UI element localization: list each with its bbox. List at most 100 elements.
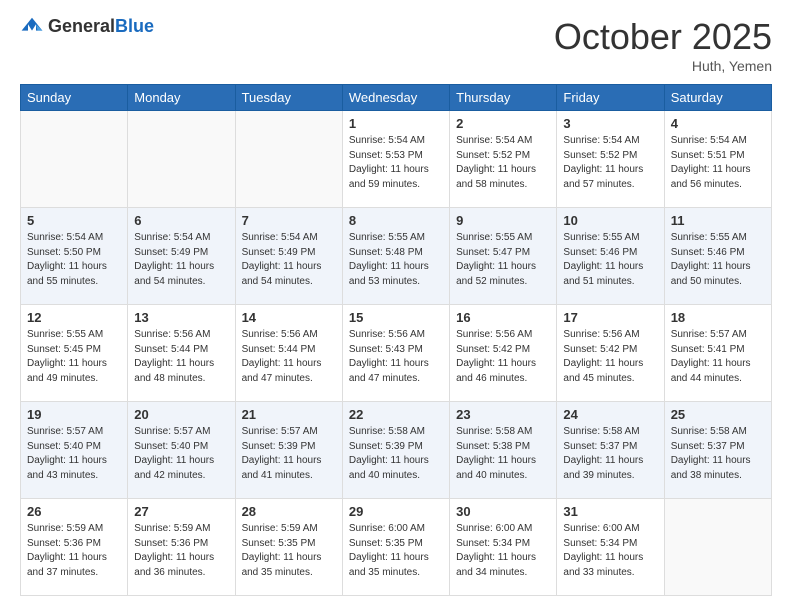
day-number: 23	[456, 407, 550, 422]
title-section: October 2025 Huth, Yemen	[554, 16, 772, 74]
calendar-cell: 22Sunrise: 5:58 AM Sunset: 5:39 PM Dayli…	[342, 402, 449, 499]
calendar-cell: 4 Sunrise: 5:54 AM Sunset: 5:51 PM Daylig…	[664, 111, 771, 208]
logo-blue: Blue	[115, 16, 154, 36]
month-title: October 2025	[554, 16, 772, 58]
calendar-cell: 17 Sunrise: 5:56 AM Sunset: 5:42 PM Dayli…	[557, 305, 664, 402]
day-info: Sunrise: 5:54 AM Sunset: 5:52 PM Dayligh…	[456, 134, 550, 192]
day-info: Sunrise: 5:54 AM Sunset: 5:51 PM Dayligh…	[671, 134, 765, 192]
day-number: 24	[563, 407, 657, 422]
day-info: Sunrise: 6:00 AM Sunset: 5:34 PM Dayligh…	[456, 522, 550, 580]
day-number: 10	[563, 213, 657, 228]
day-info: Sunrise: 5:55 AM Sunset: 5:47 PM Dayligh…	[456, 231, 550, 289]
day-info: Sunrise: 5:56 AM Sunset: 5:44 PM Dayligh…	[134, 328, 228, 386]
header-friday: Friday	[557, 85, 664, 111]
day-info: Sunrise: 5:54 AM Sunset: 5:52 PM Dayligh…	[563, 134, 657, 192]
calendar-week-5: 26 Sunrise: 5:59 AM Sunset: 5:36 PM Dayli…	[21, 499, 772, 596]
day-number: 30	[456, 504, 550, 519]
calendar-cell: 23 Sunrise: 5:58 AM Sunset: 5:38 PM Dayli…	[450, 402, 557, 499]
day-number: 16	[456, 310, 550, 325]
page: GeneralBlue October 2025 Huth, Yemen Sun…	[0, 0, 792, 612]
calendar-cell: 10 Sunrise: 5:55 AM Sunset: 5:46 PM Dayli…	[557, 208, 664, 305]
calendar-cell	[128, 111, 235, 208]
day-info: Sunrise: 5:59 AM Sunset: 5:35 PM Dayligh…	[242, 522, 336, 580]
day-info: Sunrise: 5:58 AM Sunset: 5:37 PM Dayligh…	[671, 425, 765, 483]
calendar-cell: 5 Sunrise: 5:54 AM Sunset: 5:50 PM Daylig…	[21, 208, 128, 305]
day-info: Sunrise: 5:59 AM Sunset: 5:36 PM Dayligh…	[27, 522, 121, 580]
day-number: 2	[456, 116, 550, 131]
calendar-cell: 24Sunrise: 5:58 AM Sunset: 5:37 PM Dayli…	[557, 402, 664, 499]
day-number: 18	[671, 310, 765, 325]
day-number: 27	[134, 504, 228, 519]
weekday-header-row: Sunday Monday Tuesday Wednesday Thursday…	[21, 85, 772, 111]
calendar-week-2: 5 Sunrise: 5:54 AM Sunset: 5:50 PM Daylig…	[21, 208, 772, 305]
day-number: 7	[242, 213, 336, 228]
location: Huth, Yemen	[554, 58, 772, 74]
day-number: 22	[349, 407, 443, 422]
calendar-cell: 15Sunrise: 5:56 AM Sunset: 5:43 PM Dayli…	[342, 305, 449, 402]
day-number: 1	[349, 116, 443, 131]
calendar-cell: 6 Sunrise: 5:54 AM Sunset: 5:49 PM Daylig…	[128, 208, 235, 305]
calendar-cell	[235, 111, 342, 208]
day-number: 17	[563, 310, 657, 325]
calendar-cell: 26 Sunrise: 5:59 AM Sunset: 5:36 PM Dayli…	[21, 499, 128, 596]
day-number: 26	[27, 504, 121, 519]
calendar-cell: 9Sunrise: 5:55 AM Sunset: 5:47 PM Daylig…	[450, 208, 557, 305]
calendar-cell: 12Sunrise: 5:55 AM Sunset: 5:45 PM Dayli…	[21, 305, 128, 402]
day-info: Sunrise: 5:59 AM Sunset: 5:36 PM Dayligh…	[134, 522, 228, 580]
day-info: Sunrise: 5:55 AM Sunset: 5:48 PM Dayligh…	[349, 231, 443, 289]
day-info: Sunrise: 5:56 AM Sunset: 5:44 PM Dayligh…	[242, 328, 336, 386]
day-info: Sunrise: 5:57 AM Sunset: 5:39 PM Dayligh…	[242, 425, 336, 483]
calendar-cell: 29Sunrise: 6:00 AM Sunset: 5:35 PM Dayli…	[342, 499, 449, 596]
calendar-cell: 20Sunrise: 5:57 AM Sunset: 5:40 PM Dayli…	[128, 402, 235, 499]
calendar-cell	[664, 499, 771, 596]
calendar-cell	[21, 111, 128, 208]
calendar-cell: 1 Sunrise: 5:54 AM Sunset: 5:53 PM Daylig…	[342, 111, 449, 208]
day-info: Sunrise: 5:58 AM Sunset: 5:38 PM Dayligh…	[456, 425, 550, 483]
day-info: Sunrise: 5:54 AM Sunset: 5:49 PM Dayligh…	[134, 231, 228, 289]
calendar-cell: 18 Sunrise: 5:57 AM Sunset: 5:41 PM Dayli…	[664, 305, 771, 402]
day-number: 11	[671, 213, 765, 228]
header-sunday: Sunday	[21, 85, 128, 111]
calendar-cell: 30 Sunrise: 6:00 AM Sunset: 5:34 PM Dayli…	[450, 499, 557, 596]
day-number: 8	[349, 213, 443, 228]
day-number: 3	[563, 116, 657, 131]
day-info: Sunrise: 5:54 AM Sunset: 5:50 PM Dayligh…	[27, 231, 121, 289]
day-info: Sunrise: 6:00 AM Sunset: 5:35 PM Dayligh…	[349, 522, 443, 580]
day-info: Sunrise: 5:54 AM Sunset: 5:49 PM Dayligh…	[242, 231, 336, 289]
calendar-cell: 28 Sunrise: 5:59 AM Sunset: 5:35 PM Dayli…	[235, 499, 342, 596]
day-number: 4	[671, 116, 765, 131]
day-number: 21	[242, 407, 336, 422]
day-number: 19	[27, 407, 121, 422]
calendar-cell: 27 Sunrise: 5:59 AM Sunset: 5:36 PM Dayli…	[128, 499, 235, 596]
calendar-cell: 31Sunrise: 6:00 AM Sunset: 5:34 PM Dayli…	[557, 499, 664, 596]
calendar-table: Sunday Monday Tuesday Wednesday Thursday…	[20, 84, 772, 596]
calendar-cell: 2 Sunrise: 5:54 AM Sunset: 5:52 PM Daylig…	[450, 111, 557, 208]
calendar-cell: 11 Sunrise: 5:55 AM Sunset: 5:46 PM Dayli…	[664, 208, 771, 305]
day-info: Sunrise: 5:55 AM Sunset: 5:45 PM Dayligh…	[27, 328, 121, 386]
day-info: Sunrise: 5:57 AM Sunset: 5:41 PM Dayligh…	[671, 328, 765, 386]
day-number: 14	[242, 310, 336, 325]
calendar-cell: 25 Sunrise: 5:58 AM Sunset: 5:37 PM Dayli…	[664, 402, 771, 499]
header-thursday: Thursday	[450, 85, 557, 111]
day-number: 28	[242, 504, 336, 519]
calendar-cell: 13Sunrise: 5:56 AM Sunset: 5:44 PM Dayli…	[128, 305, 235, 402]
day-info: Sunrise: 5:56 AM Sunset: 5:42 PM Dayligh…	[563, 328, 657, 386]
calendar-week-4: 19 Sunrise: 5:57 AM Sunset: 5:40 PM Dayli…	[21, 402, 772, 499]
day-info: Sunrise: 5:57 AM Sunset: 5:40 PM Dayligh…	[134, 425, 228, 483]
calendar-cell: 21 Sunrise: 5:57 AM Sunset: 5:39 PM Dayli…	[235, 402, 342, 499]
day-info: Sunrise: 5:55 AM Sunset: 5:46 PM Dayligh…	[563, 231, 657, 289]
day-number: 5	[27, 213, 121, 228]
calendar-week-3: 12Sunrise: 5:55 AM Sunset: 5:45 PM Dayli…	[21, 305, 772, 402]
day-info: Sunrise: 5:54 AM Sunset: 5:53 PM Dayligh…	[349, 134, 443, 192]
header-monday: Monday	[128, 85, 235, 111]
logo: GeneralBlue	[20, 16, 154, 37]
day-number: 6	[134, 213, 228, 228]
day-info: Sunrise: 5:57 AM Sunset: 5:40 PM Dayligh…	[27, 425, 121, 483]
logo-general: General	[48, 16, 115, 36]
day-info: Sunrise: 5:55 AM Sunset: 5:46 PM Dayligh…	[671, 231, 765, 289]
calendar-cell: 8 Sunrise: 5:55 AM Sunset: 5:48 PM Daylig…	[342, 208, 449, 305]
day-number: 25	[671, 407, 765, 422]
calendar-cell: 3 Sunrise: 5:54 AM Sunset: 5:52 PM Daylig…	[557, 111, 664, 208]
day-number: 31	[563, 504, 657, 519]
calendar-week-1: 1 Sunrise: 5:54 AM Sunset: 5:53 PM Daylig…	[21, 111, 772, 208]
